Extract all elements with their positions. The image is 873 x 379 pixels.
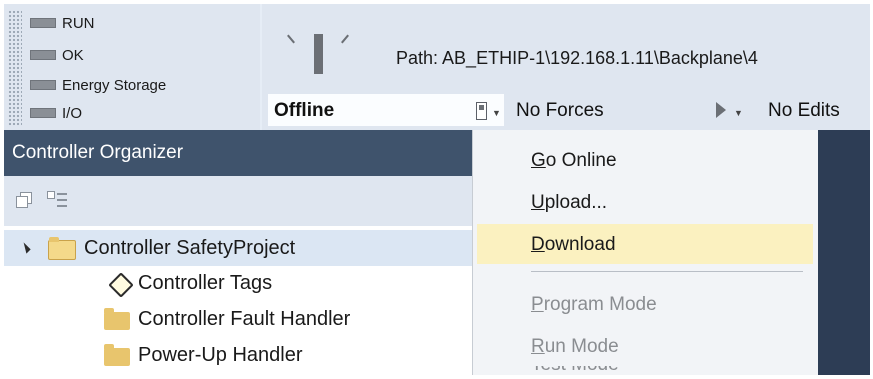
menu-item-download[interactable]: Download <box>477 224 813 264</box>
folder-icon <box>104 344 130 366</box>
path-value: AB_ETHIP-1\192.168.1.11\Backplane\4 <box>442 48 758 68</box>
tree-item-label: Controller Fault Handler <box>138 308 351 330</box>
status-run-label: RUN <box>62 14 95 32</box>
path-text: Path: AB_ETHIP-1\192.168.1.11\Backplane\… <box>396 48 758 69</box>
energy-storage-led-icon <box>30 80 56 90</box>
tree-item-controller-tags[interactable]: Controller Tags <box>4 266 472 302</box>
open-folder-icon <box>48 237 76 260</box>
menu-item-label: Run Mode <box>531 336 619 357</box>
keyswitch-left-tick-icon <box>287 34 295 44</box>
tree-item-fault-handler[interactable]: Controller Fault Handler <box>4 302 472 338</box>
edits-status: No Edits <box>768 100 840 121</box>
ok-led-icon <box>30 50 56 60</box>
menu-item-label: Go Online <box>531 150 617 171</box>
status-energy-storage-label: Energy Storage <box>62 76 167 94</box>
forces-play-icon <box>716 102 726 118</box>
status-energy-storage: Energy Storage <box>30 76 166 94</box>
tree-item-power-up-handler[interactable]: Power-Up Handler <box>4 338 472 374</box>
run-led-icon <box>30 18 56 28</box>
menu-item-test-mode: Test Mode <box>531 366 621 375</box>
organizer-title: Controller Organizer <box>12 142 184 163</box>
keyswitch-indicator <box>262 4 384 90</box>
show-detail-icon[interactable] <box>46 190 68 212</box>
tag-icon <box>108 272 134 298</box>
menu-item-go-online[interactable]: Go Online <box>477 140 813 180</box>
studio-window: RUN OK Energy Storage I/O Path: AB_ETHIP… <box>4 4 870 375</box>
menu-item-run-mode: Run Mode <box>477 326 813 366</box>
status-ok: OK <box>30 46 84 64</box>
expand-arrow-icon[interactable] <box>19 242 31 254</box>
controller-mode-menu: Go Online Upload... Download Program Mod… <box>472 130 818 375</box>
status-io: I/O <box>30 104 82 122</box>
controller-organizer: Controller Organizer Controller SafetyPr… <box>4 130 472 375</box>
menu-item-label: Upload... <box>531 192 608 213</box>
tree-item-label: Controller Tags <box>138 272 273 294</box>
status-ok-label: OK <box>62 46 84 64</box>
organizer-header: Controller Organizer <box>4 130 472 176</box>
menu-item-label: Test Mode <box>531 366 621 375</box>
menu-item-program-mode: Program Mode <box>477 284 813 324</box>
io-led-icon <box>30 108 56 118</box>
workspace-background <box>818 130 870 375</box>
keyswitch-position-icon <box>314 34 323 74</box>
menu-separator <box>531 271 803 272</box>
collapse-all-icon[interactable] <box>14 190 36 212</box>
controller-mode-value: Offline <box>274 100 335 121</box>
path-label: Path: <box>396 48 439 68</box>
menu-item-upload[interactable]: Upload... <box>477 182 813 222</box>
tree-item-label: Controller SafetyProject <box>84 237 296 259</box>
keyswitch-right-tick-icon <box>341 34 349 44</box>
controller-mode-dropdown[interactable]: Offline ▼ <box>268 94 504 126</box>
folder-icon <box>104 308 130 330</box>
forces-status: No Forces <box>516 100 604 121</box>
menu-item-label: Download <box>531 234 616 255</box>
communication-path[interactable]: Path: AB_ETHIP-1\192.168.1.11\Backplane\… <box>384 4 870 90</box>
controller-status-panel: RUN OK Energy Storage I/O <box>4 4 260 130</box>
online-toolbar: Offline ▼ No Forces ▼ No Edits <box>262 90 870 130</box>
organizer-tree: Controller SafetyProject Controller Tags… <box>4 226 472 375</box>
toolbar-grip-handle[interactable] <box>8 10 22 126</box>
status-run: RUN <box>30 14 95 32</box>
chevron-down-icon[interactable]: ▼ <box>492 108 501 118</box>
tree-item-controller[interactable]: Controller SafetyProject <box>4 230 472 266</box>
edits-status-dropdown[interactable]: No Edits <box>762 94 870 126</box>
status-io-label: I/O <box>62 104 83 122</box>
tree-item-label: Power-Up Handler <box>138 344 303 366</box>
forces-dropdown[interactable]: No Forces ▼ <box>510 94 755 126</box>
chevron-down-icon[interactable]: ▼ <box>734 108 743 118</box>
controller-mode-icon <box>476 102 487 120</box>
menu-item-label: Program Mode <box>531 294 657 315</box>
organizer-toolbar <box>4 176 472 226</box>
